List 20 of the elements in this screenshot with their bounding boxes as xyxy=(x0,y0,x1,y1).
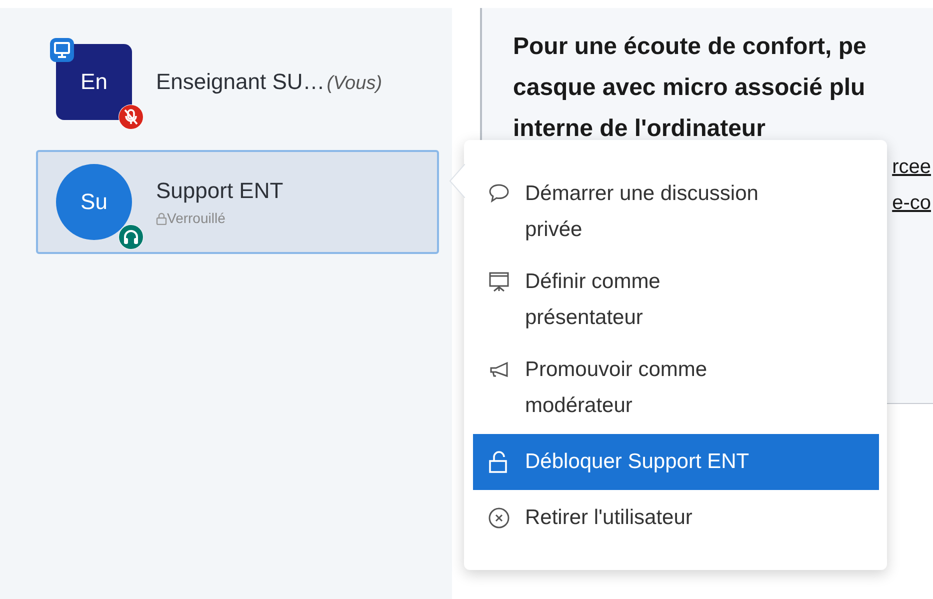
user-avatar: Su xyxy=(56,164,132,240)
message-text: Pour une écoute de confort, pe xyxy=(513,32,868,62)
user-avatar: En xyxy=(56,44,132,120)
user-status: Verrouillé xyxy=(167,210,226,226)
menu-item[interactable]: Retirer l'utilisateur xyxy=(473,494,879,542)
menu-item[interactable]: Définir comme présentateur xyxy=(473,258,879,342)
close-circle-icon xyxy=(487,506,511,530)
message-link[interactable]: rcee xyxy=(892,149,931,185)
message-text: casque avec micro associé plu xyxy=(513,73,866,103)
message-link[interactable]: e-co xyxy=(892,185,931,221)
user-item[interactable]: En Enseignant SU…(Vous) xyxy=(36,36,439,128)
menu-item[interactable]: Débloquer Support ENT xyxy=(473,434,879,490)
menu-item[interactable]: Démarrer une discussion privée xyxy=(473,170,879,254)
presentation-board-icon xyxy=(487,270,511,294)
menu-item[interactable]: Promouvoir comme modérateur xyxy=(473,346,879,430)
message-text: interne de l'ordinateur xyxy=(513,114,766,144)
you-label: (Vous) xyxy=(326,73,382,95)
user-name: Support ENT xyxy=(156,178,284,204)
user-name: Enseignant SU… xyxy=(156,69,325,95)
user-item[interactable]: Su Support ENT Verrouillé xyxy=(36,150,439,254)
